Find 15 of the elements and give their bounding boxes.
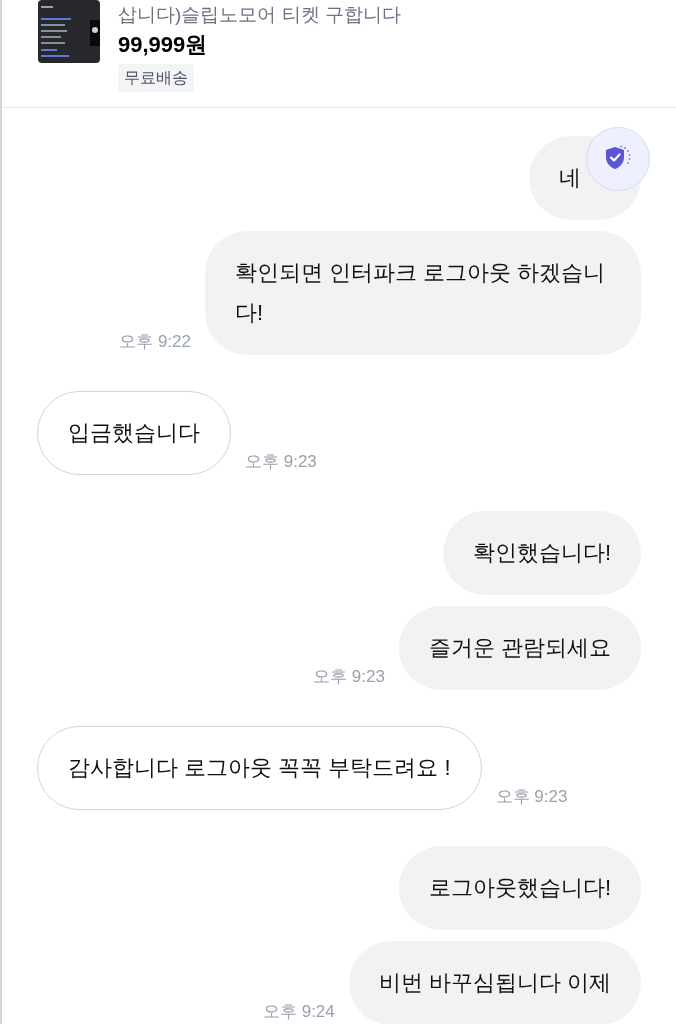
message-time: 오후 9:22 xyxy=(119,331,191,353)
message-bubble: 입금했습니다 xyxy=(37,391,231,475)
message-bubble: 감사합니다 로그아웃 꼭꼭 부탁드려요 ! xyxy=(37,726,482,810)
product-price: 99,999원 xyxy=(118,31,208,59)
message-time: 오후 9:23 xyxy=(495,786,568,808)
shipping-tag: 무료배송 xyxy=(118,64,194,92)
product-title: 삽니다)슬립노모어 티켓 구합니다 xyxy=(118,3,401,27)
message-bubble: 확인되면 인터파크 로그아웃 하겠습니다! xyxy=(205,231,641,355)
message-bubble: 즐거운 관람되세요 xyxy=(398,606,641,690)
message-bubble: 확인했습니다! xyxy=(442,511,641,595)
message-time: 오후 9:24 xyxy=(262,1001,335,1023)
message-bubble: 비번 바꾸심됩니다 이제 xyxy=(348,941,641,1024)
message-time: 오후 9:23 xyxy=(313,666,385,688)
message-bubble: 로그아웃했습니다! xyxy=(398,846,641,930)
message-time: 오후 9:23 xyxy=(245,451,317,473)
